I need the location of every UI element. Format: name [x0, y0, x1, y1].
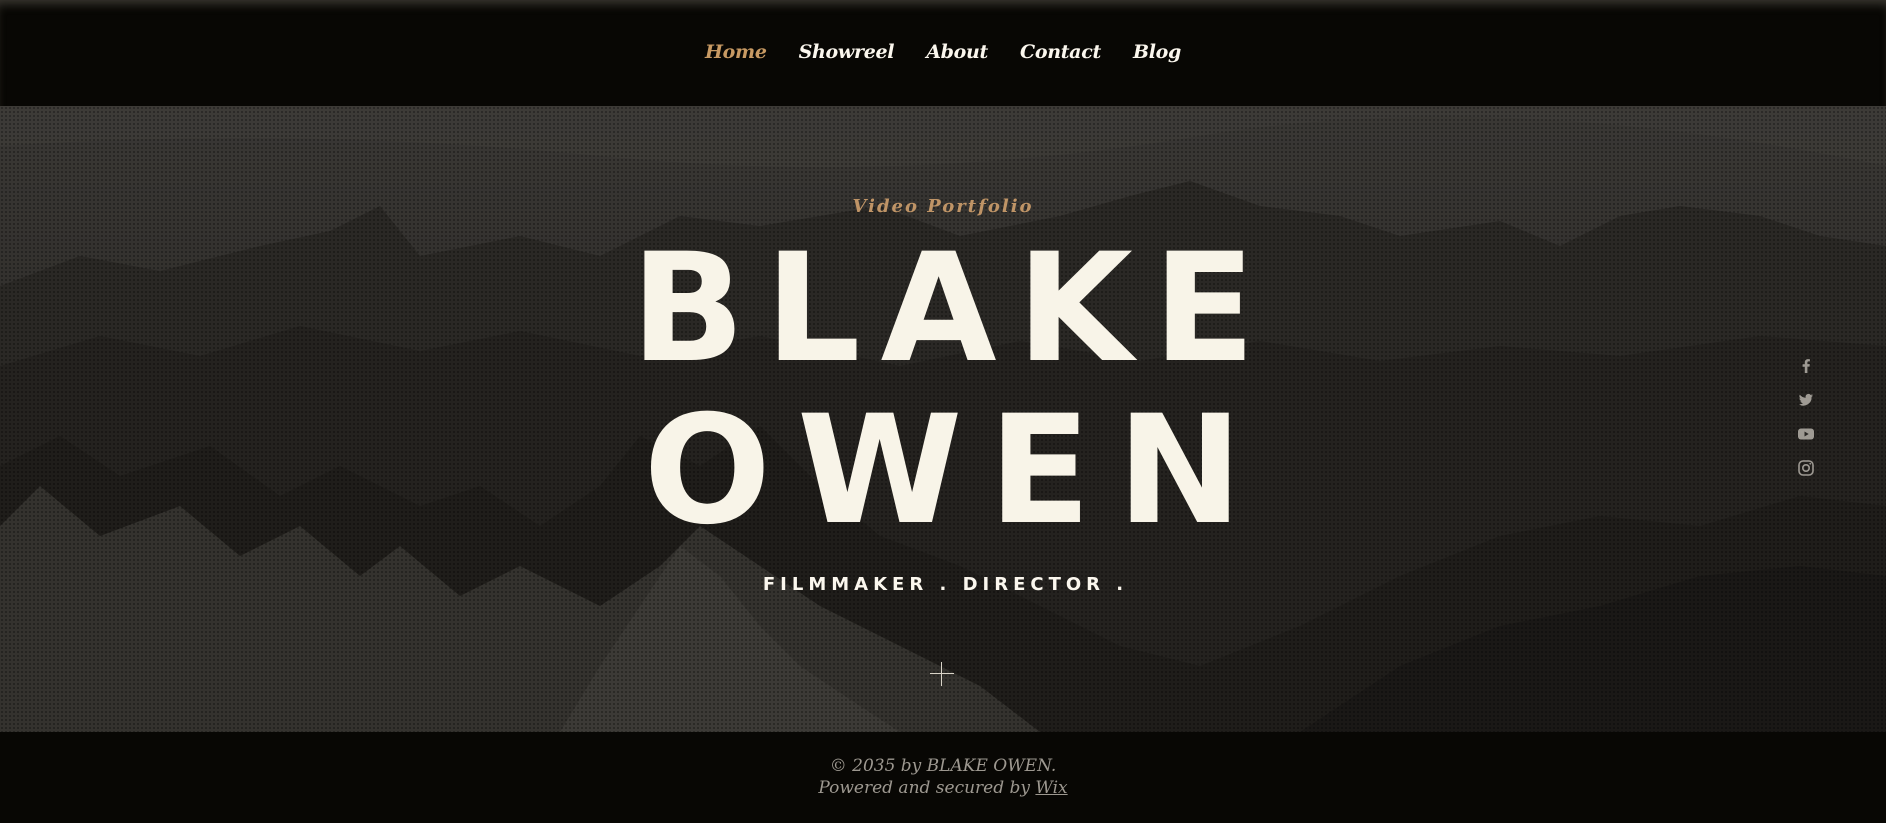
hero-kicker: Video Portfolio [852, 196, 1034, 217]
social-bar [1794, 354, 1818, 490]
main-nav: Home Showreel About Contact Blog [0, 40, 1886, 64]
site-footer: © 2035 by BLAKE OWEN. Powered and secure… [0, 732, 1886, 823]
hero-name-line-1: BLAKE [630, 222, 1276, 396]
hero-role: FILMMAKER . DIRECTOR . [762, 574, 1129, 595]
facebook-icon[interactable] [1794, 354, 1818, 378]
plus-icon[interactable] [930, 662, 954, 686]
nav-item-about[interactable]: About [910, 40, 1004, 64]
footer-copyright: © 2035 by BLAKE OWEN. [829, 756, 1057, 776]
nav-item-showreel[interactable]: Showreel [783, 40, 911, 64]
nav-item-contact[interactable]: Contact [1004, 40, 1117, 64]
site-header: Home Showreel About Contact Blog [0, 0, 1886, 106]
instagram-icon[interactable] [1794, 456, 1818, 480]
hero-name-line-2: OWEN [643, 384, 1269, 558]
footer-powered-prefix: Powered and secured by [818, 778, 1036, 798]
wix-link[interactable]: Wix [1035, 778, 1067, 798]
twitter-icon[interactable] [1794, 388, 1818, 412]
hero-section: Video Portfolio BLAKE OWEN FILMMAKER . D… [0, 106, 1886, 732]
footer-powered: Powered and secured by Wix [0, 778, 1886, 798]
nav-item-home[interactable]: Home [689, 40, 783, 64]
youtube-icon[interactable] [1794, 422, 1818, 446]
nav-item-blog[interactable]: Blog [1117, 40, 1197, 64]
